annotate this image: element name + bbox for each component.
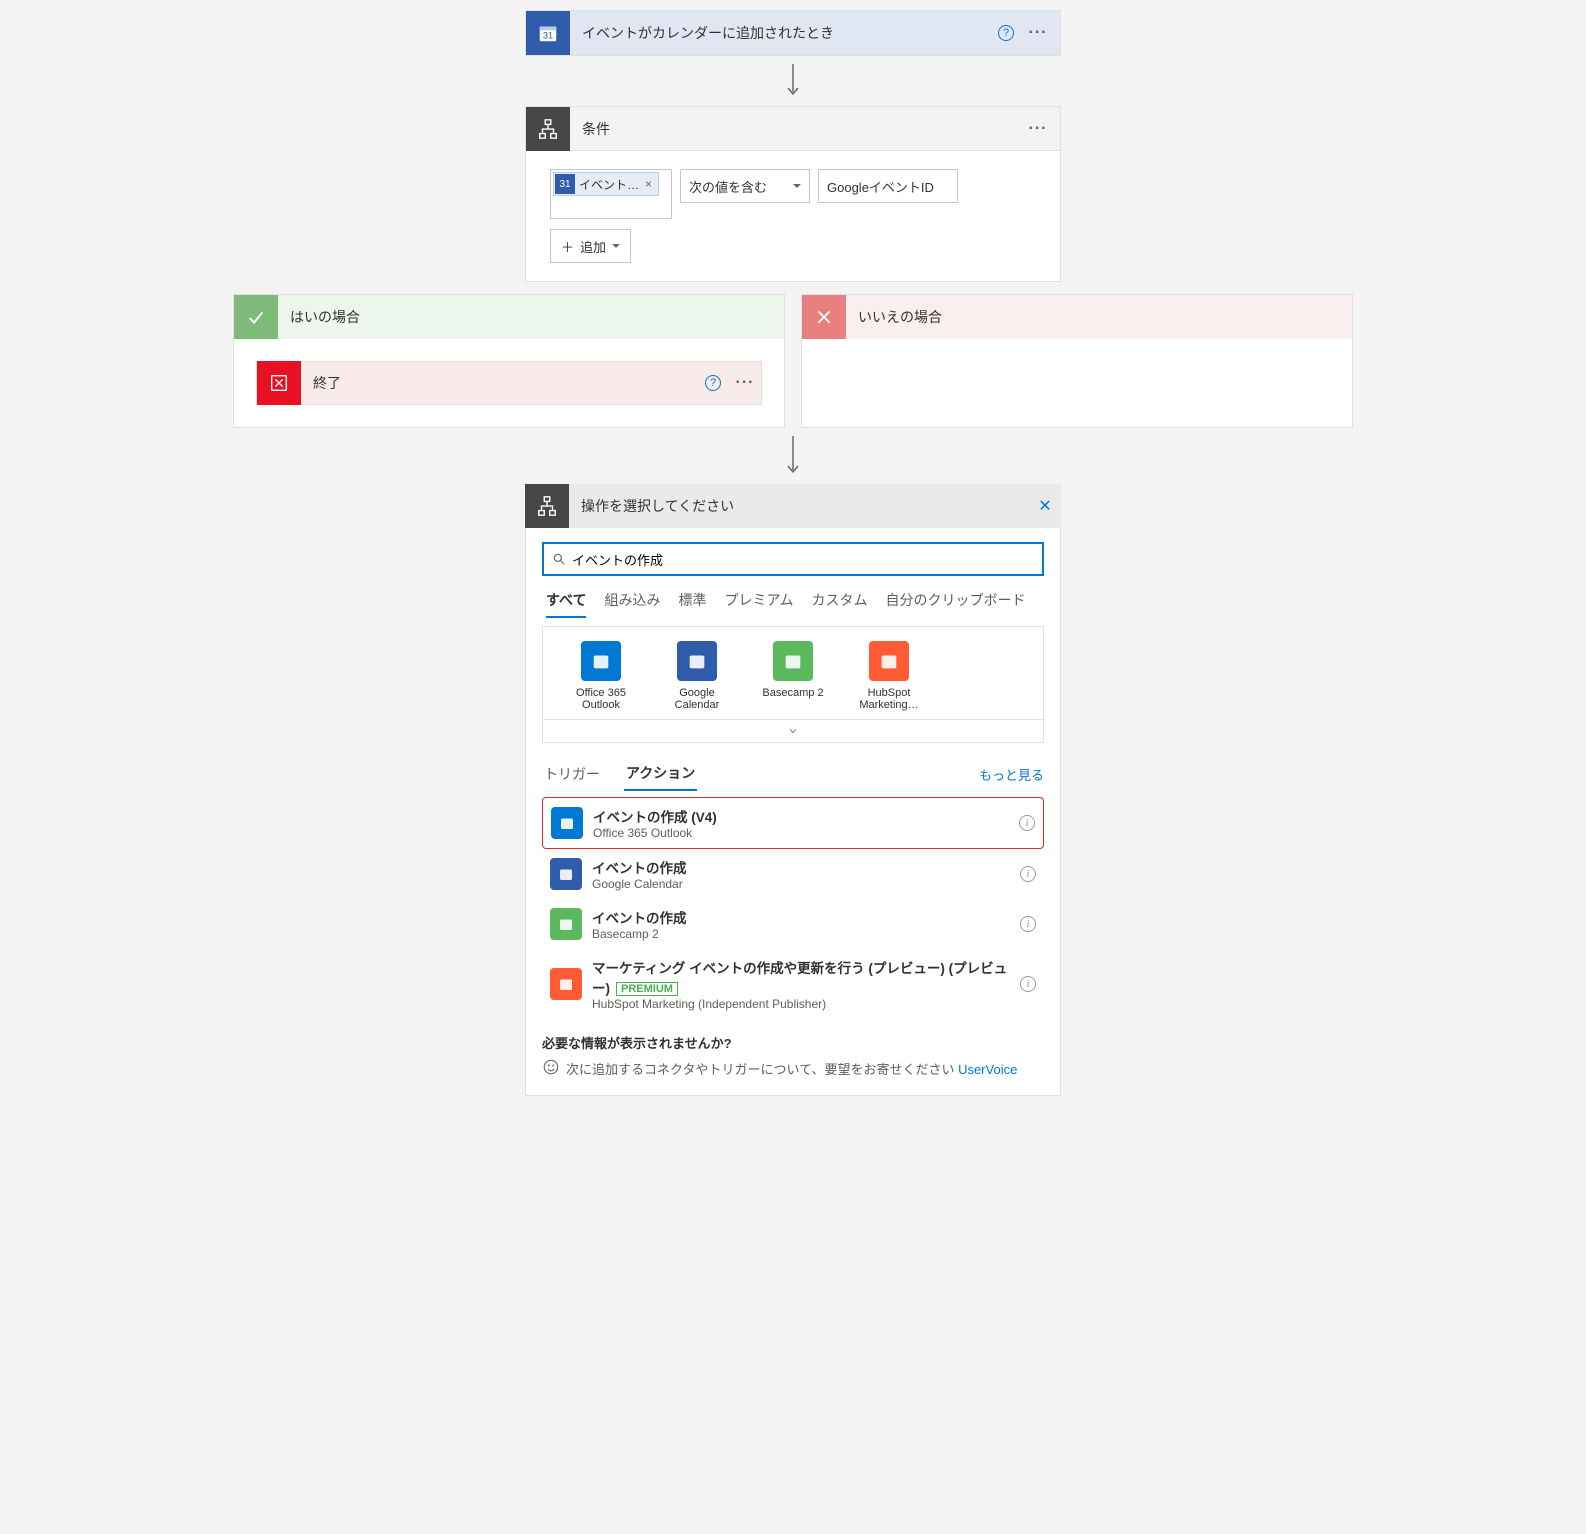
branch-yes-title: はいの場合 xyxy=(278,307,360,327)
search-icon xyxy=(552,552,566,566)
footer-text: 次に追加するコネクタやトリガーについて、要望をお寄せください UserVoice xyxy=(566,1059,1017,1078)
smile-icon xyxy=(542,1058,560,1079)
svg-text:31: 31 xyxy=(543,30,553,40)
action-title: イベントの作成 xyxy=(592,857,687,877)
more-icon[interactable]: ··· xyxy=(729,367,761,399)
action-title: イベントの作成 xyxy=(592,907,687,927)
uservoice-link[interactable]: UserVoice xyxy=(958,1062,1017,1077)
connector-label: Office 365 Outlook xyxy=(565,687,637,711)
add-label: 追加 xyxy=(580,237,606,256)
plus-icon: ＋ xyxy=(561,237,574,256)
connector-item[interactable]: Google Calendar xyxy=(661,641,733,711)
search-field[interactable] xyxy=(572,552,1034,567)
action-icon xyxy=(551,807,583,839)
info-icon[interactable]: i xyxy=(1020,976,1036,992)
connector-icon xyxy=(677,641,717,681)
close-icon[interactable]: × xyxy=(643,177,654,191)
connector-label: Google Calendar xyxy=(661,687,733,711)
info-icon[interactable]: i xyxy=(1019,815,1035,831)
trigger-card[interactable]: 31 イベントがカレンダーに追加されたとき ? ··· xyxy=(525,10,1061,56)
calendar-icon: 31 xyxy=(526,11,570,55)
terminate-title: 終了 xyxy=(301,373,697,393)
info-icon[interactable]: i xyxy=(1020,866,1036,882)
picker-title: 操作を選択してください xyxy=(569,496,1029,516)
help-icon[interactable]: ? xyxy=(990,17,1022,49)
connector-icon xyxy=(773,641,813,681)
condition-icon xyxy=(526,107,570,151)
tab-4[interactable]: カスタム xyxy=(812,590,868,618)
subtab-trigger[interactable]: トリガー xyxy=(542,758,602,790)
subtab-action[interactable]: アクション xyxy=(624,757,697,791)
action-icon xyxy=(550,968,582,1000)
condition-title: 条件 xyxy=(570,119,1022,139)
condition-left-operand[interactable]: 31 イベント… × xyxy=(550,169,672,219)
action-item[interactable]: イベントの作成 (V4)Office 365 Outlook i xyxy=(542,797,1044,849)
add-condition-button[interactable]: ＋ 追加 xyxy=(550,229,631,263)
connector-item[interactable]: HubSpot Marketing… xyxy=(853,641,925,711)
tab-3[interactable]: プレミアム xyxy=(724,590,793,618)
more-icon[interactable]: ··· xyxy=(1022,113,1054,145)
action-icon xyxy=(550,908,582,940)
arrow-icon xyxy=(233,428,1353,484)
branch-no-title: いいえの場合 xyxy=(846,307,942,327)
branch-no: いいえの場合 xyxy=(801,294,1353,428)
connector-label: HubSpot Marketing… xyxy=(853,687,925,711)
more-icon[interactable]: ··· xyxy=(1022,17,1054,49)
premium-badge: PREMIUM xyxy=(616,982,678,996)
check-icon xyxy=(234,295,278,339)
tab-5[interactable]: 自分のクリップボード xyxy=(886,590,1026,618)
action-subtitle: Office 365 Outlook xyxy=(593,826,717,840)
terminate-card[interactable]: 終了 ? ··· xyxy=(256,361,762,405)
connector-label: Basecamp 2 xyxy=(757,687,829,699)
expand-connectors-button[interactable] xyxy=(543,719,1043,742)
action-subtitle: Google Calendar xyxy=(592,877,687,891)
action-item[interactable]: イベントの作成Basecamp 2 i xyxy=(542,899,1044,949)
terminate-icon xyxy=(257,361,301,405)
close-icon xyxy=(802,295,846,339)
action-item[interactable]: マーケティング イベントの作成や更新を行う (プレビュー) (プレビュー)PRE… xyxy=(542,949,1044,1019)
tab-1[interactable]: 組み込み xyxy=(604,590,660,618)
connector-icon xyxy=(869,641,909,681)
condition-card: 条件 ··· 31 イベント… × 次の値を含む GoogleイベントID ＋ … xyxy=(525,106,1061,282)
connector-icon xyxy=(581,641,621,681)
action-subtitle: Basecamp 2 xyxy=(592,927,687,941)
close-icon[interactable]: ✕ xyxy=(1029,496,1061,516)
trigger-title: イベントがカレンダーに追加されたとき xyxy=(570,23,990,43)
arrow-icon xyxy=(233,56,1353,106)
connector-item[interactable]: Basecamp 2 xyxy=(757,641,829,711)
search-input[interactable] xyxy=(542,542,1044,576)
tab-2[interactable]: 標準 xyxy=(678,590,706,618)
token-label: イベント… xyxy=(579,176,639,193)
see-more-link[interactable]: もっと見る xyxy=(979,765,1044,784)
action-title: マーケティング イベントの作成や更新を行う (プレビュー) (プレビュー)PRE… xyxy=(592,957,1010,997)
action-item[interactable]: イベントの作成Google Calendar i xyxy=(542,849,1044,899)
branch-yes: はいの場合 終了 ? ··· xyxy=(233,294,785,428)
condition-right-operand[interactable]: GoogleイベントID xyxy=(818,169,958,203)
help-icon[interactable]: ? xyxy=(697,367,729,399)
action-icon xyxy=(550,858,582,890)
condition-icon xyxy=(525,484,569,528)
dynamic-token[interactable]: 31 イベント… × xyxy=(553,172,659,196)
info-icon[interactable]: i xyxy=(1020,916,1036,932)
calendar-icon: 31 xyxy=(555,174,575,194)
action-title: イベントの作成 (V4) xyxy=(593,806,717,826)
connector-item[interactable]: Office 365 Outlook xyxy=(565,641,637,711)
condition-operator-select[interactable]: 次の値を含む xyxy=(680,169,810,203)
action-picker: 操作を選択してください ✕ すべて組み込み標準プレミアムカスタム自分のクリップボ… xyxy=(525,484,1061,1096)
action-subtitle: HubSpot Marketing (Independent Publisher… xyxy=(592,997,1010,1011)
footer-question: 必要な情報が表示されませんか? xyxy=(542,1033,1044,1052)
tab-0[interactable]: すべて xyxy=(546,590,586,618)
